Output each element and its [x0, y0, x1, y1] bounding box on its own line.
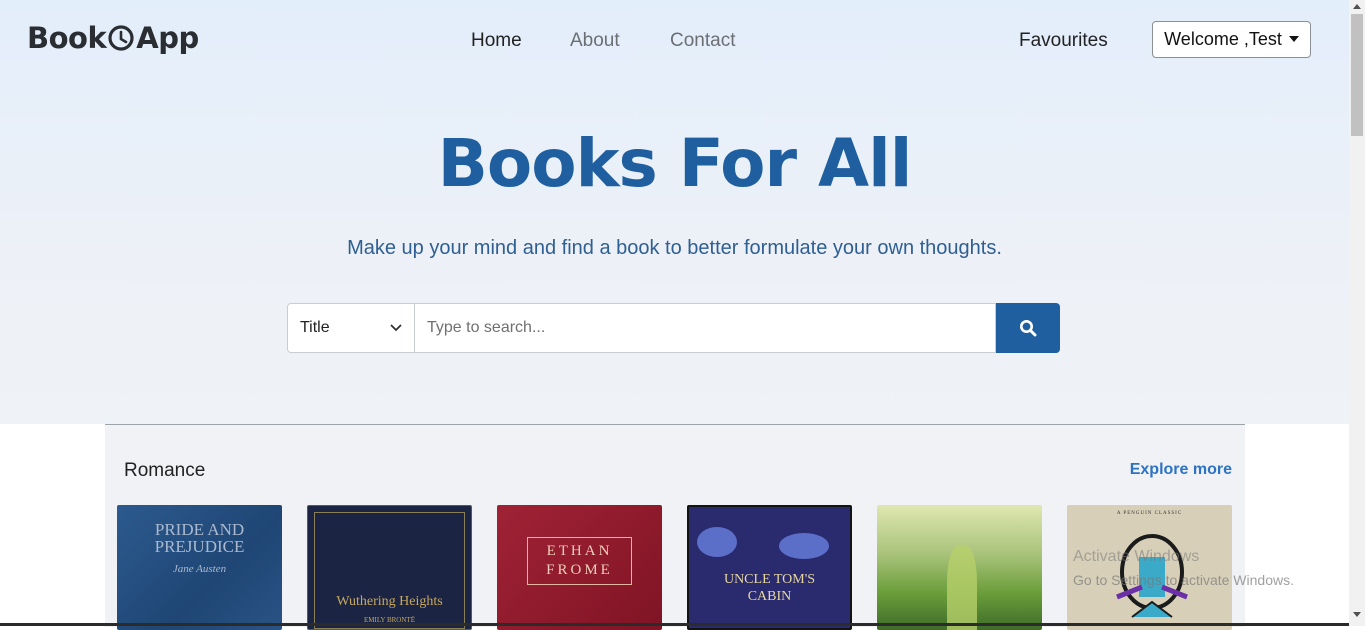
- hero-subtitle: Make up your mind and find a book to bet…: [347, 237, 1002, 259]
- scrollbar-thumb[interactable]: [1351, 14, 1363, 136]
- search-bar: Title: [287, 303, 1060, 353]
- chevron-down-icon: [390, 324, 402, 332]
- section-title: Romance: [124, 460, 206, 481]
- explore-more-link[interactable]: Explore more: [1130, 461, 1232, 479]
- nav-about[interactable]: About: [570, 30, 620, 52]
- user-menu-label: Welcome ,Test: [1164, 29, 1282, 49]
- search-type-select[interactable]: Title: [287, 303, 415, 353]
- book-title: Wuthering Heights: [336, 594, 443, 609]
- scroll-down-icon[interactable]: [1353, 612, 1361, 617]
- book-title: ETHAN FROME: [546, 543, 613, 578]
- user-menu-button[interactable]: Welcome ,Test: [1152, 21, 1311, 58]
- hero-title: Books For All: [437, 125, 913, 202]
- search-icon: [1020, 320, 1037, 337]
- book-title: UNCLE TOM'S CABIN: [723, 572, 816, 604]
- book-card[interactable]: ETHAN FROME: [497, 505, 662, 630]
- nav-home[interactable]: Home: [471, 30, 522, 52]
- romance-section: Romance Explore more PRIDE AND PREJUDICE…: [105, 424, 1245, 630]
- search-input[interactable]: [415, 303, 996, 353]
- search-type-value: Title: [300, 319, 330, 336]
- logo-text-book: Book: [27, 21, 107, 55]
- nav-contact[interactable]: Contact: [670, 30, 735, 52]
- book-card[interactable]: UNCLE TOM'S CABIN: [687, 505, 852, 630]
- caret-down-icon: [1288, 35, 1299, 42]
- book-author: Jane Austen: [172, 563, 227, 575]
- book-card[interactable]: PRIDE AND PREJUDICE Jane Austen: [117, 505, 282, 630]
- clock-icon: [108, 25, 134, 51]
- os-watermark-text: Go to Settings to activate Windows.: [1073, 572, 1294, 588]
- book-card[interactable]: Wuthering Heights EMILY BRONTË: [307, 505, 472, 630]
- favourites-link[interactable]: Favourites: [1019, 30, 1108, 52]
- logo-text-app: App: [136, 21, 199, 55]
- book-title: PRIDE AND PREJUDICE: [154, 520, 245, 556]
- book-card[interactable]: A PENGUIN CLASSIC: [1067, 505, 1232, 630]
- os-watermark-title: Activate Windows: [1073, 548, 1200, 565]
- search-button[interactable]: [996, 303, 1060, 353]
- hero-section: [0, 0, 1349, 424]
- app-logo[interactable]: Book App: [27, 18, 199, 58]
- scroll-up-icon[interactable]: [1353, 4, 1361, 9]
- book-card[interactable]: [877, 505, 1042, 630]
- book-title: A PENGUIN CLASSIC: [1116, 511, 1183, 516]
